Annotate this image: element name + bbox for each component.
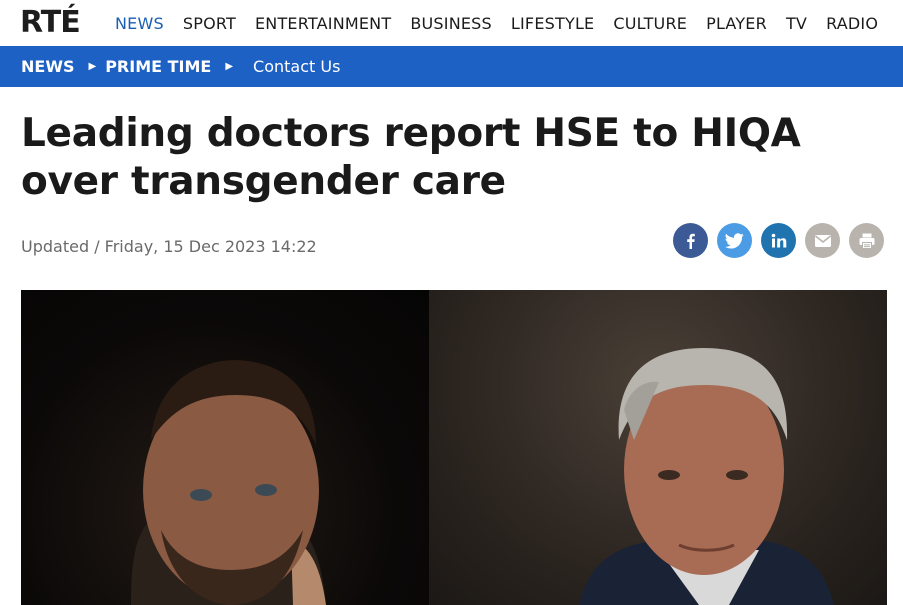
- hero-image: [21, 290, 887, 605]
- linkedin-icon: [771, 233, 786, 247]
- hero-image-right-portrait: [429, 290, 887, 605]
- print-icon: [859, 233, 874, 249]
- breadcrumb-arrow-icon: ▶: [88, 61, 97, 72]
- nav-item-entertainment[interactable]: ENTERTAINMENT: [255, 14, 391, 33]
- breadcrumb: NEWS ▶ PRIME TIME ▶ Contact Us: [0, 46, 903, 87]
- facebook-share-button[interactable]: [673, 223, 708, 258]
- linkedin-share-button[interactable]: [761, 223, 796, 258]
- nav-item-lifestyle[interactable]: LIFESTYLE: [511, 14, 594, 33]
- twitter-icon: [725, 232, 744, 249]
- facebook-icon: [686, 233, 695, 249]
- main-menu: NEWS SPORT ENTERTAINMENT BUSINESS LIFEST…: [115, 0, 897, 46]
- nav-item-tv[interactable]: TV: [786, 14, 807, 33]
- email-icon: [814, 234, 831, 247]
- portrait-left-illustration: [131, 360, 326, 605]
- twitter-share-button[interactable]: [717, 223, 752, 258]
- article-dateline: Updated / Friday, 15 Dec 2023 14:22: [21, 237, 317, 256]
- nav-item-radio[interactable]: RADIO: [826, 14, 878, 33]
- nav-item-sport[interactable]: SPORT: [183, 14, 236, 33]
- print-button[interactable]: [849, 223, 884, 258]
- nav-item-player[interactable]: PLAYER: [706, 14, 767, 33]
- breadcrumb-prime-time[interactable]: PRIME TIME: [105, 57, 211, 76]
- top-navigation: RTÉ NEWS SPORT ENTERTAINMENT BUSINESS LI…: [0, 0, 903, 46]
- breadcrumb-arrow-icon: ▶: [225, 61, 234, 72]
- article-headline: Leading doctors report HSE to HIQA over …: [21, 111, 801, 204]
- breadcrumb-news[interactable]: NEWS: [21, 57, 75, 76]
- nav-item-news[interactable]: NEWS: [115, 14, 164, 33]
- email-share-button[interactable]: [805, 223, 840, 258]
- breadcrumb-contact-us[interactable]: Contact Us: [253, 57, 340, 76]
- portrait-right-illustration: [579, 348, 834, 605]
- hero-image-left-portrait: [21, 290, 429, 605]
- nav-item-culture[interactable]: CULTURE: [613, 14, 687, 33]
- nav-item-business[interactable]: BUSINESS: [410, 14, 492, 33]
- share-buttons: [673, 223, 884, 258]
- site-logo[interactable]: RTÉ: [20, 4, 81, 42]
